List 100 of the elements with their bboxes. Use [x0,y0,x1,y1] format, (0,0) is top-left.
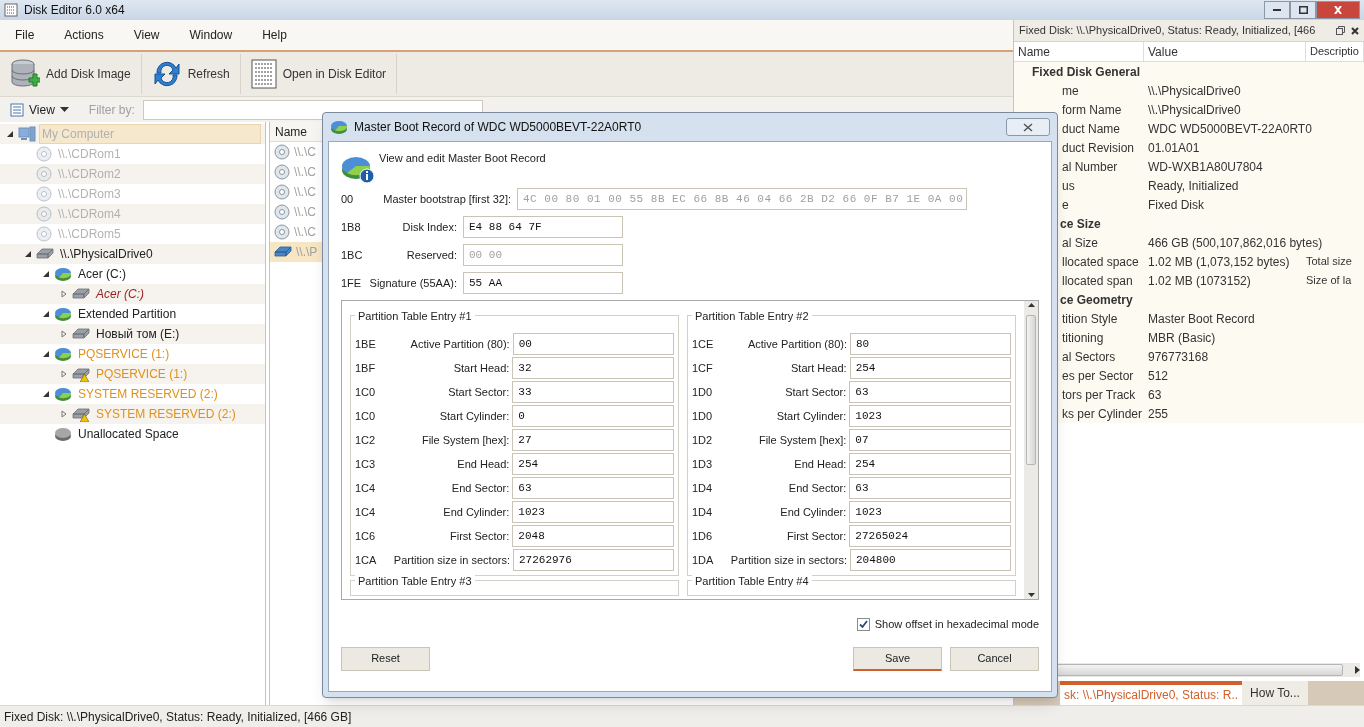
dialog-close-button[interactable] [1006,118,1050,136]
toolbar-button[interactable]: Refresh [141,54,241,94]
group-header[interactable]: ce Size [1060,214,1101,233]
offset-label: 1B8 [341,219,362,235]
group-title: Partition Table Entry #4 [692,573,812,590]
maximize-button[interactable] [1290,1,1316,19]
column-header[interactable]: Name [1014,42,1144,61]
dialog-button[interactable]: Reset [341,646,430,671]
drive-icon [72,287,90,301]
group-header[interactable]: Fixed Disk General [1032,62,1141,81]
field-label: First Sector: [449,528,511,544]
scroll-right-icon[interactable] [1355,666,1360,674]
field-label: Signature (55AA): [368,275,458,291]
hex-field[interactable]: 07 [849,429,1011,451]
property-name: llocated space [1062,253,1139,271]
offset-label: 1D4 [692,504,713,520]
menu-item[interactable]: File [0,22,50,48]
field-label: End Sector: [787,480,848,496]
disc-icon [36,206,52,222]
close-button[interactable] [1316,1,1360,19]
disc-icon [274,164,290,180]
disc-icon [274,224,290,240]
caret-icon [59,107,69,112]
column-header[interactable]: Descriptio [1306,42,1364,61]
hex-field[interactable]: 63 [512,477,674,499]
property-value: 976773168 [1148,348,1209,366]
property-value: 255 [1148,405,1169,423]
hex-field[interactable]: 1023 [849,501,1011,523]
menu-item[interactable]: Actions [49,22,119,48]
bottom-tab[interactable]: sk: \\.\PhysicalDrive0, Status: R.. [1060,681,1243,705]
toolbar-button[interactable]: Add Disk Image [0,54,142,94]
offset-label: 1C3 [355,456,376,472]
minimize-icon [1273,9,1281,11]
menu-item[interactable]: Window [174,22,248,48]
hex-field[interactable]: 254 [512,453,674,475]
scroll-down-icon[interactable] [1027,593,1035,597]
hex-field[interactable]: 254 [849,357,1011,379]
disc-icon [274,204,290,220]
menu-item[interactable]: Help [247,22,302,48]
hex-field[interactable]: 27 [512,429,674,451]
view-dropdown[interactable]: View [10,100,69,119]
hex-field[interactable]: 254 [849,453,1011,475]
dialog-button[interactable]: Save [853,646,942,671]
field-label: End Head: [793,456,848,472]
refresh-icon [151,59,182,89]
property-name: form Name [1062,101,1122,119]
field-label: Start Head: [790,360,848,376]
field-label: Start Sector: [784,384,848,400]
disc-icon [274,184,290,200]
offset-label: 1CE [692,336,714,352]
restore-icon[interactable] [1336,26,1345,35]
property-name: e [1062,196,1069,214]
offset-label: 1C2 [355,432,376,448]
hex-field[interactable]: 55 AA [463,272,623,294]
property-name: al Size [1062,234,1099,252]
checkbox[interactable] [856,617,870,631]
group-header[interactable]: ce Geometry [1060,290,1133,309]
disc-icon [36,186,52,202]
hex-field[interactable]: 1023 [512,501,674,523]
hex-field[interactable]: 63 [849,381,1011,403]
hex-field[interactable]: 27265024 [849,525,1011,547]
hex-field[interactable]: 63 [849,477,1011,499]
dialog-button[interactable]: Cancel [950,646,1039,671]
field-label: Reserved: [405,247,458,263]
scroll-up-icon[interactable] [1027,303,1035,307]
hex-field[interactable]: 80 [850,333,1011,355]
hex-field[interactable]: 32 [512,357,674,379]
hex-field[interactable]: 0 [512,405,674,427]
vertical-scrollbar[interactable] [1024,301,1038,599]
computer-icon [18,126,36,142]
hex-field[interactable]: 2048 [512,525,674,547]
offset-label: 1C4 [355,480,376,496]
close-icon[interactable] [1351,26,1359,35]
field-label: Partition size in sectors: [392,552,511,568]
property-value: 1.02 MB (1,073,152 bytes) [1148,253,1290,271]
database-add-icon [10,58,40,90]
hex-field[interactable]: 27262976 [513,549,674,571]
hex-field[interactable]: E4 88 64 7F [463,216,623,238]
status-bar: Fixed Disk: \\.\PhysicalDrive0, Status: Ready, Initialized, [466 GB] [0,705,1364,727]
check-icon [858,619,868,629]
hex-field[interactable]: 1023 [849,405,1011,427]
menu-item[interactable]: View [118,22,175,48]
property-value: 466 GB (500,107,862,016 bytes) [1148,234,1323,252]
minimize-button[interactable] [1264,1,1290,19]
toolbar-button[interactable]: Open in Disk Editor [240,54,398,94]
column-header[interactable]: Value [1144,42,1306,61]
field-label: End Cylinder: [442,504,511,520]
offset-label: 1C4 [355,504,376,520]
close-icon [1334,6,1342,14]
hex-field[interactable]: 00 [512,333,674,355]
bottom-tab[interactable]: How To... [1242,681,1308,705]
property-name: tition Style [1062,310,1118,328]
property-name: al Number [1062,158,1118,176]
field-label: First Sector: [786,528,848,544]
disk-info-icon [341,154,375,184]
property-name: duct Revision [1062,139,1135,157]
property-value: 512 [1148,367,1169,385]
unallocated-disk-icon [54,426,72,442]
hex-field[interactable]: 33 [512,381,674,403]
hex-field[interactable]: 204800 [850,549,1011,571]
